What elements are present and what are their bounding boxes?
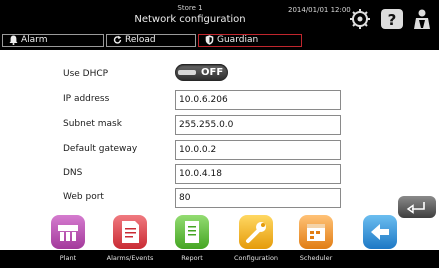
default-gateway-row: Default gateway 10.0.0.2 (0, 140, 439, 160)
bottom-nav: Plant Alarms/Events Report Configuration… (0, 215, 439, 268)
svg-text:?: ? (388, 11, 397, 29)
shield-icon (205, 35, 214, 49)
alarm-label: Alarm (21, 35, 48, 45)
web-port-field[interactable]: 80 (175, 188, 341, 208)
dns-row: DNS 10.0.4.18 (0, 164, 439, 184)
ip-address-row: IP address 10.0.6.206 (0, 90, 439, 110)
help-icon[interactable]: ? (380, 8, 404, 30)
ip-address-field[interactable]: 10.0.6.206 (175, 90, 341, 110)
report-icon (175, 215, 209, 249)
header-bar: Store 1 Network configuration 2014/01/01… (0, 0, 439, 50)
default-gateway-label: Default gateway (63, 144, 138, 154)
nav-configuration[interactable]: Configuration (224, 215, 288, 268)
nav-plant[interactable]: Plant (36, 215, 100, 268)
store-name: Store 1 (177, 4, 203, 12)
scheduler-icon (299, 215, 333, 249)
dns-field[interactable]: 10.0.4.18 (175, 164, 341, 184)
nav-report[interactable]: Report (160, 215, 224, 268)
enter-arrow-icon (406, 202, 425, 214)
nav-configuration-label: Configuration (233, 254, 279, 262)
dns-label: DNS (63, 168, 83, 178)
back-arrow-icon (363, 215, 397, 249)
bell-icon (9, 35, 18, 49)
subnet-mask-field[interactable]: 255.255.0.0 (175, 115, 341, 135)
web-port-row: Web port 80 (0, 188, 439, 208)
nav-scheduler[interactable]: Scheduler (284, 215, 348, 268)
guardian-button[interactable]: Guardian (198, 34, 302, 47)
nav-alarms-events-label: Alarms/Events (106, 254, 154, 262)
subnet-mask-row: Subnet mask 255.255.0.0 (0, 115, 439, 135)
alarm-button[interactable]: Alarm (2, 34, 104, 47)
alarms-events-icon (113, 215, 147, 249)
configuration-icon (239, 215, 273, 249)
dhcp-label: Use DHCP (63, 69, 109, 79)
web-port-label: Web port (63, 192, 104, 202)
screen: Store 1 Network configuration 2014/01/01… (0, 0, 439, 268)
service-wrench-icon[interactable] (348, 8, 372, 30)
ip-address-label: IP address (63, 94, 110, 104)
guardian-label: Guardian (217, 35, 259, 45)
dhcp-toggle-value: OFF (201, 67, 224, 78)
default-gateway-field[interactable]: 10.0.0.2 (175, 140, 341, 160)
plant-icon (51, 215, 85, 249)
toggle-knob (178, 70, 196, 75)
reload-label: Reload (125, 35, 156, 45)
reload-button[interactable]: Reload (106, 34, 196, 47)
page-title: Network configuration (134, 14, 246, 25)
user-login-icon[interactable] (410, 8, 434, 30)
nav-scheduler-label: Scheduler (299, 254, 333, 262)
reload-icon (113, 35, 122, 49)
subnet-mask-label: Subnet mask (63, 119, 122, 129)
nav-alarms-events[interactable]: Alarms/Events (98, 215, 162, 268)
dhcp-toggle[interactable]: OFF (175, 64, 228, 81)
nav-report-label: Report (181, 254, 203, 262)
enter-button[interactable] (398, 196, 436, 218)
nav-back[interactable] (348, 215, 412, 268)
date-time: 2014/01/01 12:00 (288, 6, 351, 14)
nav-plant-label: Plant (59, 254, 77, 262)
